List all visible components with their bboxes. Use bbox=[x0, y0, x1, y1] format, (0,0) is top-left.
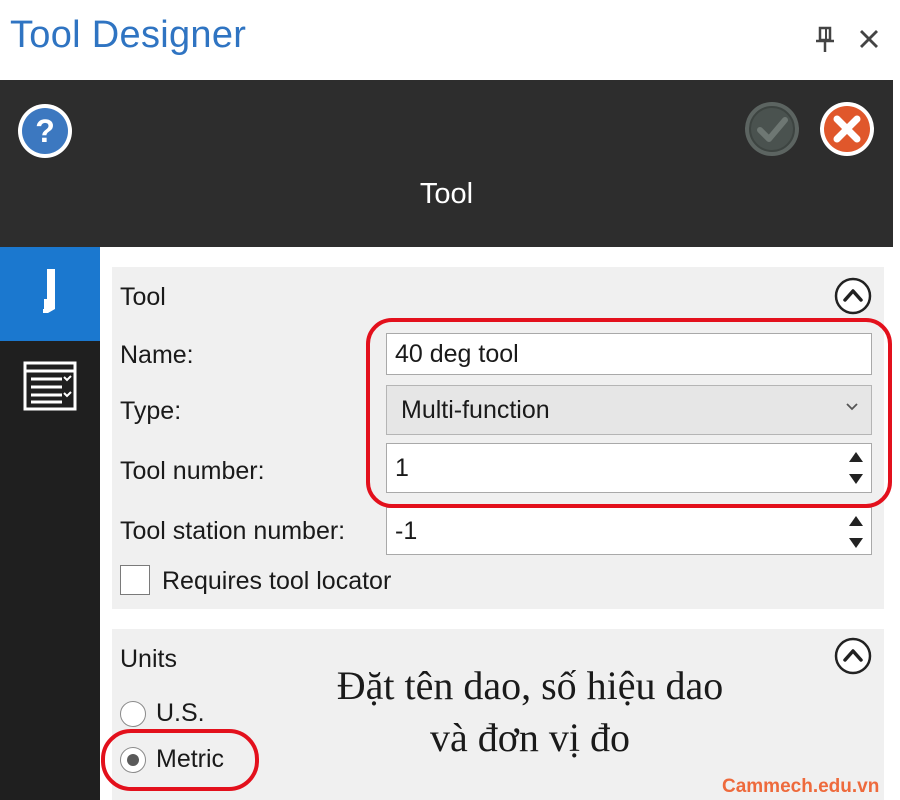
ok-check-icon[interactable] bbox=[743, 100, 801, 158]
tool-section-heading: Tool bbox=[120, 283, 166, 311]
requires-locator-checkbox[interactable] bbox=[120, 565, 150, 595]
close-icon[interactable] bbox=[858, 28, 880, 50]
tool-header: ? Tool bbox=[0, 80, 893, 247]
title-bar: Tool Designer bbox=[0, 0, 900, 80]
units-us-label: U.S. bbox=[156, 699, 205, 727]
annotation-line-1: Đặt tên dao, số hiệu dao bbox=[336, 663, 724, 708]
watermark: Cammech.edu.vn bbox=[722, 776, 880, 797]
type-label: Type: bbox=[120, 397, 182, 425]
units-section-heading: Units bbox=[120, 645, 177, 673]
tab-settings-list[interactable] bbox=[0, 341, 100, 435]
tool-panel: Tool Name: 40 deg tool Type: Multi-funct… bbox=[112, 267, 884, 609]
header-title: Tool bbox=[419, 178, 474, 210]
collapse-tool-icon[interactable] bbox=[834, 277, 872, 315]
type-dropdown-value: Multi-function bbox=[401, 395, 550, 424]
name-label: Name: bbox=[120, 341, 194, 369]
cancel-icon[interactable] bbox=[818, 100, 876, 158]
units-metric-radio[interactable] bbox=[120, 747, 146, 773]
annotation-caption: Đặt tên dao, số hiệu dao và đơn vị đo bbox=[280, 660, 780, 764]
sidebar bbox=[0, 247, 100, 800]
tool-icon bbox=[43, 269, 55, 313]
requires-locator-label: Requires tool locator bbox=[162, 567, 392, 595]
units-us-radio[interactable] bbox=[120, 701, 146, 727]
spin-arrows-icon[interactable] bbox=[845, 448, 867, 488]
name-field[interactable]: 40 deg tool bbox=[386, 333, 872, 375]
help-icon[interactable]: ? bbox=[16, 102, 74, 160]
station-number-stepper[interactable]: -1 bbox=[386, 507, 872, 555]
pin-icon[interactable] bbox=[814, 26, 836, 54]
tool-number-stepper[interactable]: 1 bbox=[386, 443, 872, 493]
annotation-line-2: và đơn vị đo bbox=[429, 715, 631, 760]
chevron-down-icon bbox=[846, 403, 858, 411]
tab-tool[interactable] bbox=[0, 247, 100, 341]
spin-arrows-icon[interactable] bbox=[845, 512, 867, 552]
svg-text:?: ? bbox=[35, 113, 55, 149]
list-settings-icon bbox=[23, 361, 77, 411]
tool-number-value: 1 bbox=[395, 453, 409, 482]
tool-number-label: Tool number: bbox=[120, 457, 265, 485]
type-dropdown[interactable]: Multi-function bbox=[386, 385, 872, 435]
collapse-units-icon[interactable] bbox=[834, 637, 872, 675]
radio-selected-dot bbox=[127, 754, 139, 766]
station-number-value: -1 bbox=[395, 516, 418, 545]
units-metric-label: Metric bbox=[156, 745, 225, 773]
app-title: Tool Designer bbox=[10, 14, 247, 56]
station-number-label: Tool station number: bbox=[120, 517, 346, 545]
